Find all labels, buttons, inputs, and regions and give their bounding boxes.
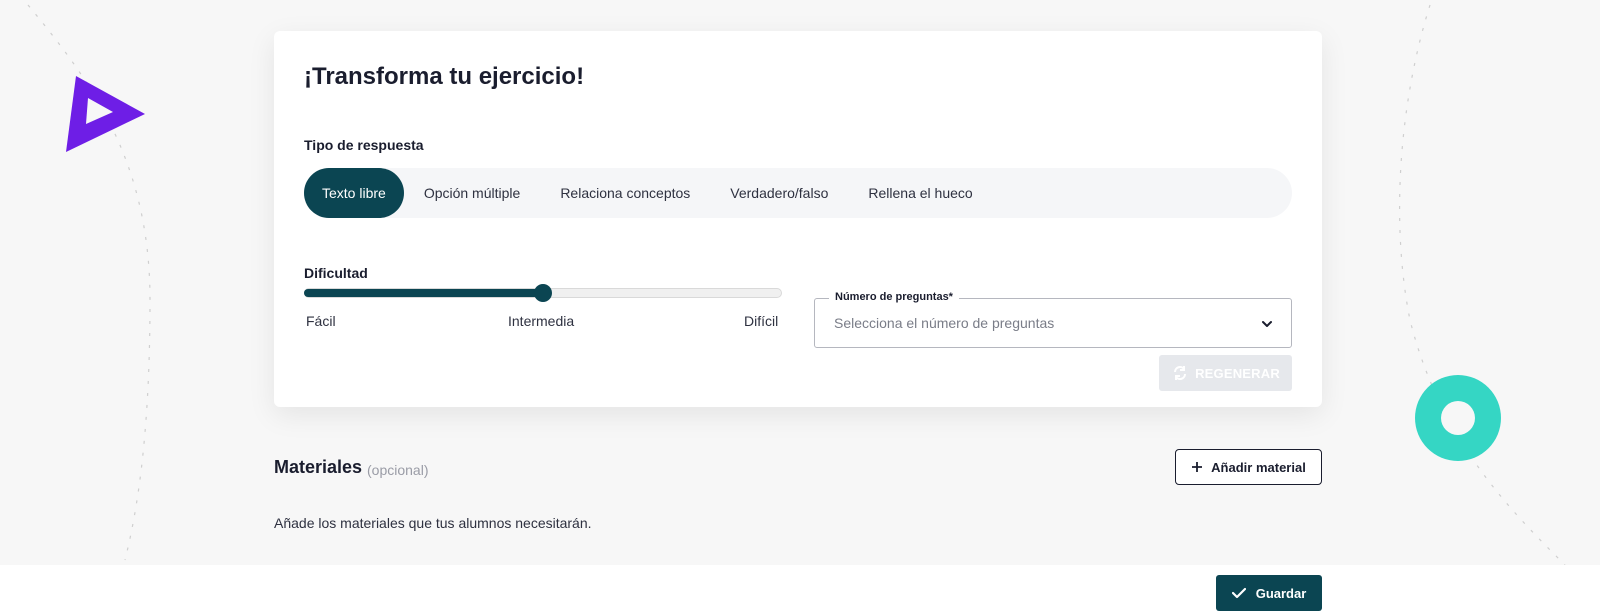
dashed-curve-left (27, 4, 151, 561)
save-button[interactable]: Guardar (1216, 575, 1322, 611)
ring-decoration (1415, 375, 1501, 461)
triangle-decoration (66, 76, 145, 152)
save-label: Guardar (1255, 585, 1307, 601)
footer-bar (0, 565, 1600, 615)
slider-thumb[interactable] (534, 284, 552, 302)
answer-type-tabs: Texto libre Opción múltiple Relaciona co… (304, 168, 1292, 218)
dashed-curve-right (1399, 4, 1566, 565)
tab-rellena-el-hueco[interactable]: Rellena el hueco (848, 168, 992, 218)
check-icon (1231, 587, 1246, 599)
add-material-button[interactable]: Añadir material (1175, 449, 1322, 485)
regenerate-label: REGENERAR (1195, 365, 1280, 381)
exercise-card: ¡Transforma tu ejercicio! Tipo de respue… (274, 31, 1322, 407)
answer-type-label: Tipo de respuesta (304, 137, 424, 153)
questions-select-legend: Número de preguntas* (829, 291, 959, 303)
difficulty-slider[interactable] (304, 284, 782, 302)
materials-description: Añade los materiales que tus alumnos nec… (274, 515, 592, 531)
refresh-icon (1174, 366, 1187, 380)
tab-opcion-multiple[interactable]: Opción múltiple (404, 168, 541, 218)
tab-verdadero-falso[interactable]: Verdadero/falso (710, 168, 848, 218)
slider-fill (304, 289, 543, 297)
questions-select[interactable]: Número de preguntas* Selecciona el númer… (814, 291, 1292, 348)
card-title: ¡Transforma tu ejercicio! (304, 63, 585, 90)
tab-relaciona-conceptos[interactable]: Relaciona conceptos (540, 168, 710, 218)
difficulty-tick-hard: Difícil (744, 313, 779, 329)
questions-select-placeholder: Selecciona el número de preguntas (834, 315, 1055, 331)
materials-optional-note: (opcional) (367, 462, 429, 478)
materials-title: Materiales (274, 457, 363, 477)
chevron-down-icon (1262, 321, 1272, 327)
difficulty-label: Dificultad (304, 265, 368, 281)
difficulty-tick-medium: Intermedia (508, 313, 575, 329)
plus-icon (1192, 462, 1203, 472)
tab-texto-libre[interactable]: Texto libre (304, 168, 404, 218)
regenerate-button[interactable]: REGENERAR (1159, 355, 1292, 391)
difficulty-tick-easy: Fácil (306, 313, 336, 329)
add-material-label: Añadir material (1211, 459, 1306, 475)
